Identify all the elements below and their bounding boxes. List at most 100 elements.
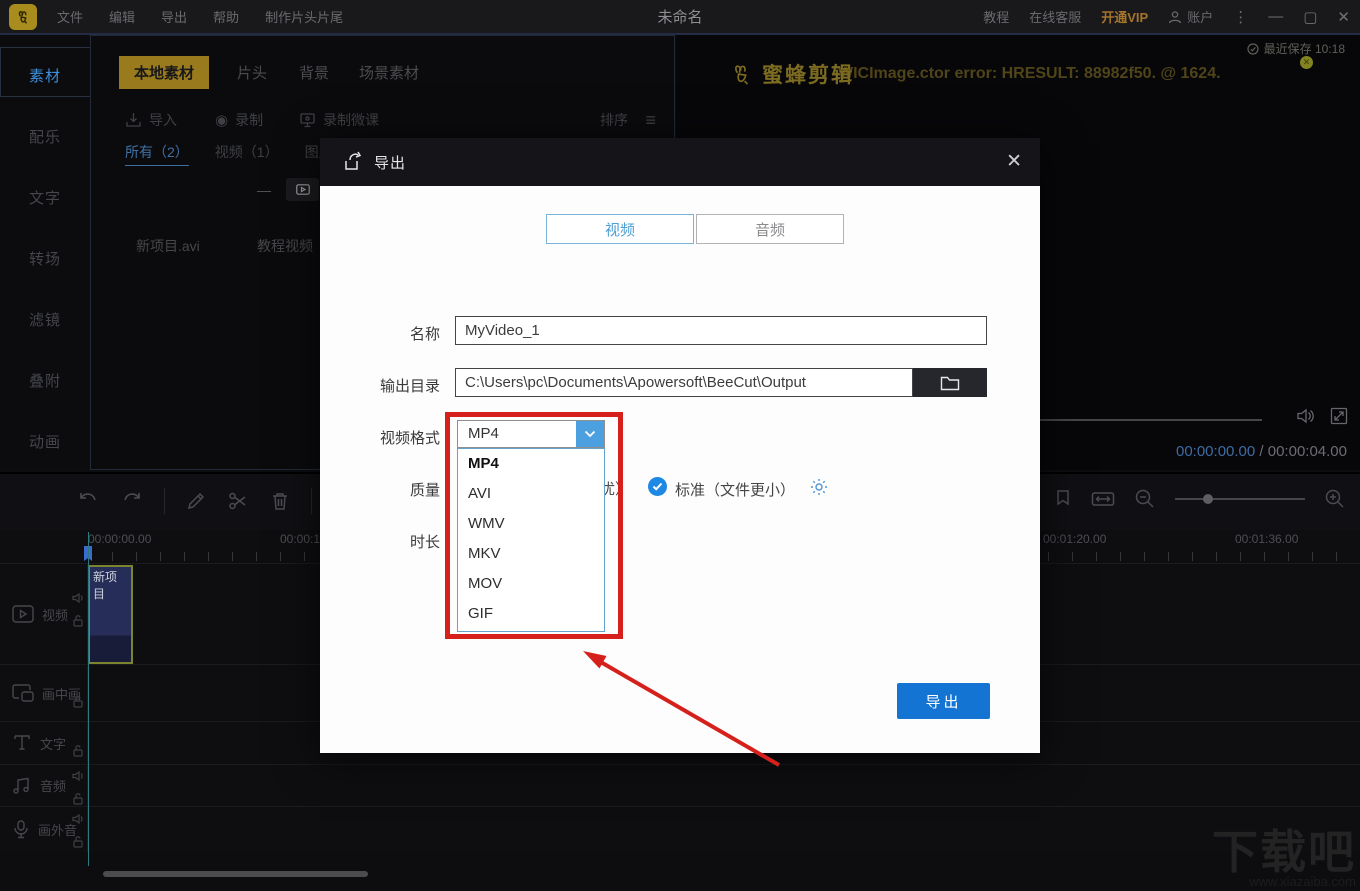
menu-intro-outro[interactable]: 制作片头片尾 — [265, 7, 343, 26]
dialog-tab-audio[interactable]: 音频 — [696, 214, 844, 244]
dialog-close-icon[interactable]: ✕ — [1006, 150, 1022, 173]
tab-local-material[interactable]: 本地素材 — [119, 56, 209, 89]
video-format-label: 视频格式 — [379, 430, 440, 447]
chevron-down-icon[interactable] — [576, 421, 604, 447]
media-item-label[interactable]: 新项目.avi — [136, 236, 200, 256]
titlebar-divider — [0, 33, 1360, 35]
filter-video[interactable]: 视频（1） — [215, 142, 279, 166]
menu-edit[interactable]: 编辑 — [109, 7, 135, 26]
track-audio: 音频 — [0, 764, 1360, 806]
name-input[interactable] — [455, 316, 987, 345]
export-icon — [345, 151, 362, 170]
redo-icon[interactable] — [120, 490, 144, 512]
import-button[interactable]: 导入 — [125, 110, 177, 130]
sidebar: 素材 配乐 文字 转场 滤镜 叠附 动画 — [0, 35, 90, 470]
account-button[interactable]: 账户 — [1168, 7, 1213, 26]
sidebar-item-overlay[interactable]: 叠附 — [0, 370, 90, 391]
total-time: 00:00:04.00 — [1267, 443, 1347, 460]
video-format-dropdown: MP4 AVI WMV MKV MOV GIF — [457, 448, 605, 632]
delete-trash-icon[interactable] — [269, 490, 291, 512]
radio-checked-icon[interactable] — [648, 477, 667, 496]
save-status: 最近保存 10:18 — [1247, 40, 1345, 57]
video-format-select[interactable]: MP4 — [457, 420, 605, 448]
sidebar-item-text[interactable]: 文字 — [0, 187, 90, 208]
notification-close-icon[interactable]: ✕ — [1300, 56, 1313, 69]
sidebar-item-filter[interactable]: 滤镜 — [0, 309, 90, 330]
format-option-mov[interactable]: MOV — [458, 569, 604, 599]
tutorial-link[interactable]: 教程 — [983, 7, 1009, 26]
sidebar-item-material[interactable]: 素材 — [0, 65, 90, 86]
track-lock-icon[interactable] — [72, 744, 84, 757]
video-track-icon — [12, 605, 34, 623]
support-link[interactable]: 在线客服 — [1029, 7, 1081, 26]
format-option-avi[interactable]: AVI — [458, 479, 604, 509]
fullscreen-icon[interactable] — [1330, 407, 1348, 425]
format-option-wmv[interactable]: WMV — [458, 509, 604, 539]
menu-help[interactable]: 帮助 — [213, 7, 239, 26]
output-dir-input[interactable] — [455, 368, 913, 397]
media-item-collapse-icon[interactable]: — — [257, 182, 271, 198]
duration-label: 时长 — [409, 534, 440, 551]
vip-link[interactable]: 开通VIP — [1101, 7, 1148, 26]
tab-intro[interactable]: 片头 — [225, 56, 279, 89]
timeline-horizontal-scrollbar[interactable] — [103, 871, 368, 877]
app-window: 文件 编辑 导出 帮助 制作片头片尾 未命名 教程 在线客服 开通VIP 账户 … — [0, 0, 1360, 891]
app-logo-icon — [9, 3, 37, 30]
zoom-in-icon[interactable] — [1324, 488, 1346, 510]
zoom-out-icon[interactable] — [1134, 488, 1156, 510]
more-menu-icon[interactable]: ⋮ — [1233, 8, 1248, 26]
format-option-gif[interactable]: GIF — [458, 599, 604, 629]
quality-option-standard[interactable]: 标准（文件更小） — [675, 479, 795, 500]
tab-background[interactable]: 背景 — [287, 56, 341, 89]
close-window-button[interactable]: ✕ — [1337, 8, 1350, 26]
format-option-mkv[interactable]: MKV — [458, 539, 604, 569]
sidebar-item-music[interactable]: 配乐 — [0, 126, 90, 147]
zoom-slider-handle[interactable] — [1203, 494, 1213, 504]
sort-order-icon[interactable]: ≡ — [645, 110, 656, 131]
timeline-zoom-slider[interactable] — [1175, 494, 1305, 504]
volume-icon[interactable] — [1296, 407, 1316, 425]
track-mute-icon[interactable] — [72, 770, 85, 782]
toolbar-divider — [164, 488, 165, 514]
fit-timeline-icon[interactable] — [1091, 490, 1115, 508]
playhead-line[interactable] — [88, 532, 89, 866]
filter-all[interactable]: 所有（2） — [125, 142, 189, 166]
preview-timecode: 00:00:00.00 / 00:00:04.00 — [1175, 443, 1347, 460]
settings-gear-icon[interactable] — [809, 477, 829, 497]
titlebar-right: 教程 在线客服 开通VIP 账户 ⋮ — ▢ ✕ — [983, 7, 1350, 26]
media-item-label[interactable]: 教程视频 — [257, 236, 313, 256]
marker-icon[interactable] — [1054, 489, 1072, 509]
browse-folder-button[interactable] — [913, 368, 987, 397]
pip-track-icon — [12, 684, 34, 702]
tab-scene-material[interactable]: 场景素材 — [347, 56, 431, 89]
media-item-video-icon[interactable] — [286, 178, 319, 201]
record-icon: ◉ — [215, 112, 229, 129]
voiceover-track-icon — [14, 820, 28, 839]
track-mute-icon[interactable] — [72, 592, 85, 604]
edit-icon[interactable] — [185, 490, 207, 512]
track-lock-icon[interactable] — [72, 835, 84, 848]
ruler-timestamp: 00:01:36.00 — [1235, 532, 1299, 546]
track-lock-icon[interactable] — [72, 695, 84, 708]
dialog-tab-video[interactable]: 视频 — [546, 214, 694, 244]
track-mute-icon[interactable] — [72, 813, 85, 825]
record-course-button[interactable]: 录制微课 — [299, 110, 379, 130]
timeline-clip[interactable]: 新项目 — [88, 565, 133, 664]
track-lock-icon[interactable] — [72, 614, 84, 627]
undo-icon[interactable] — [76, 490, 100, 512]
maximize-button[interactable]: ▢ — [1303, 8, 1317, 26]
minimize-button[interactable]: — — [1268, 8, 1283, 25]
sidebar-item-transition[interactable]: 转场 — [0, 248, 90, 269]
record-button[interactable]: ◉ 录制 — [215, 110, 263, 130]
track-lock-icon[interactable] — [72, 792, 84, 805]
format-option-mp4[interactable]: MP4 — [458, 449, 604, 479]
split-scissors-icon[interactable] — [227, 490, 249, 512]
menu-export[interactable]: 导出 — [161, 7, 187, 26]
sort-label[interactable]: 排序 — [600, 110, 628, 130]
error-message: WICImage.ctor error: HRESULT: 88982f50. … — [838, 65, 1221, 82]
export-dialog: 导出 ✕ 视频 音频 名称 输出目录 视频格式 MP4 MP4 AVI WMV — [320, 138, 1040, 753]
export-confirm-button[interactable]: 导出 — [897, 683, 990, 719]
menu-file[interactable]: 文件 — [57, 7, 83, 26]
sidebar-item-animation[interactable]: 动画 — [0, 431, 90, 452]
name-label: 名称 — [409, 326, 440, 343]
